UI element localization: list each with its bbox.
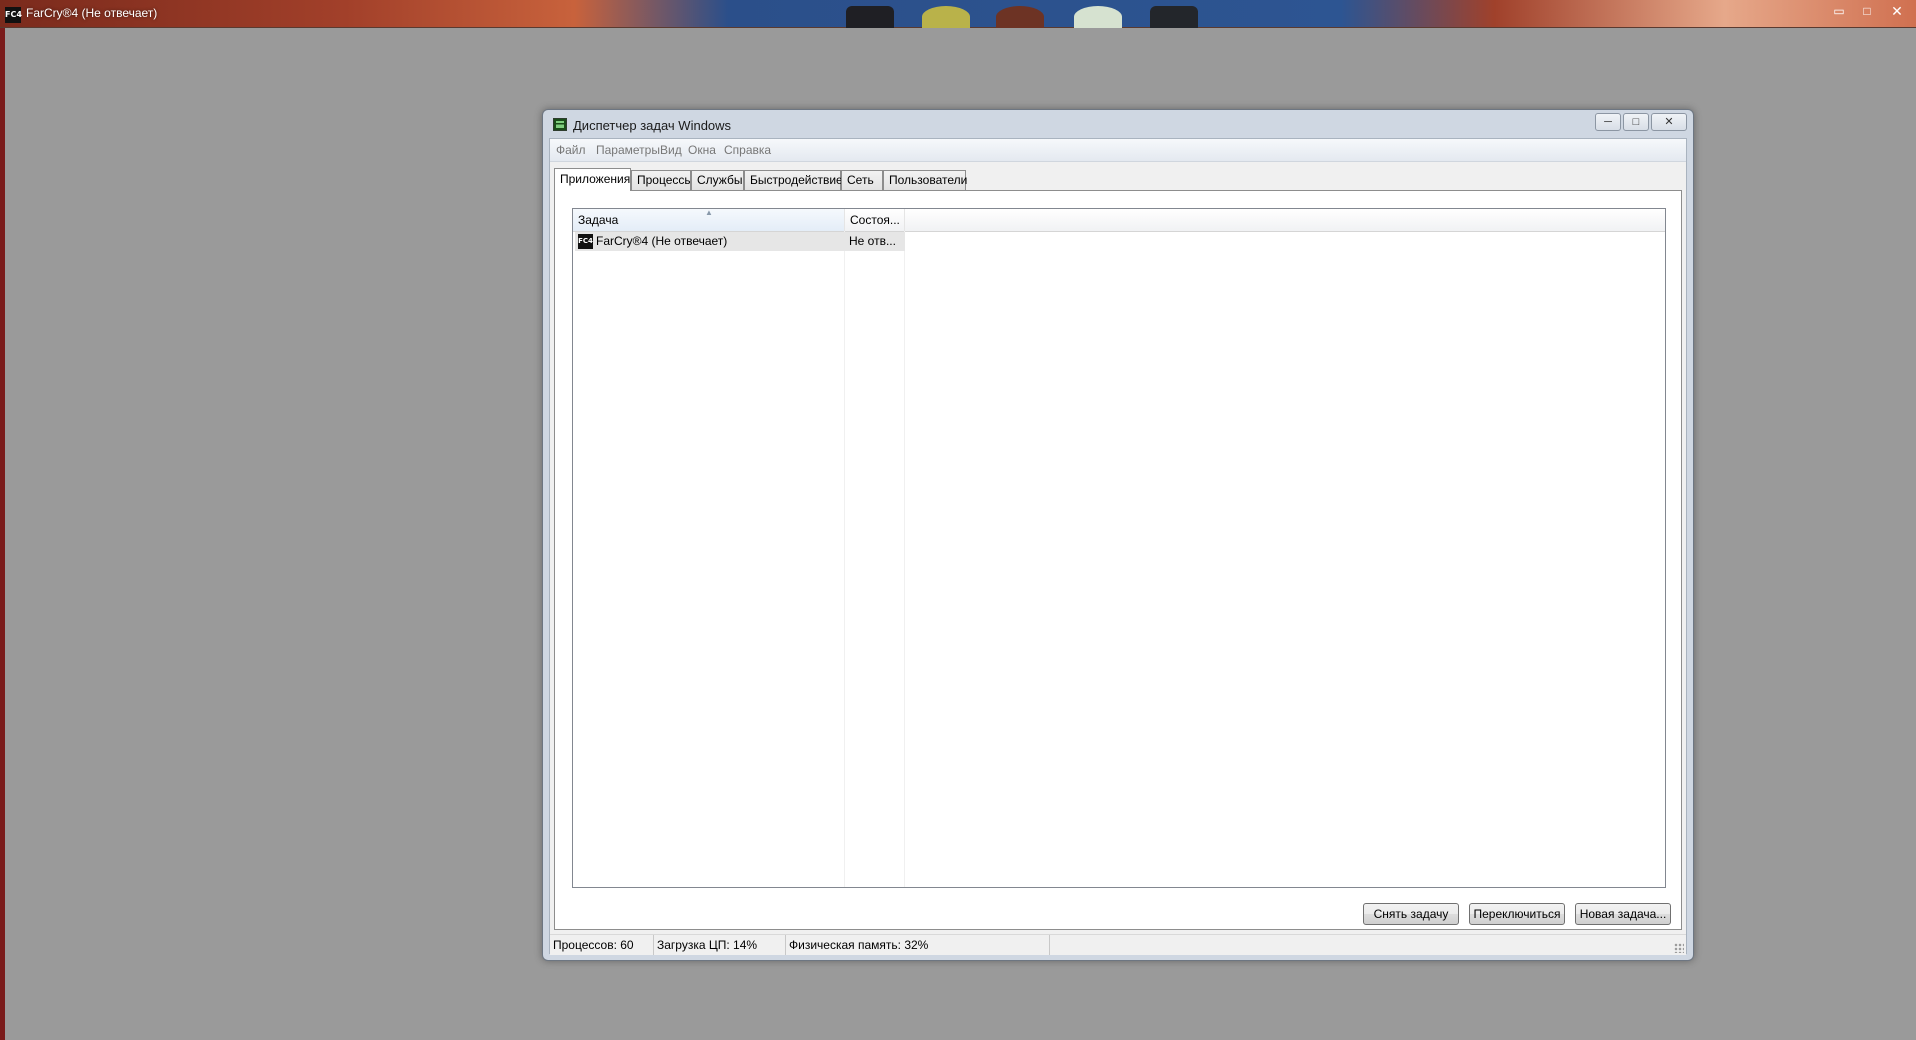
farcry4-icon: FC4: [5, 7, 22, 23]
game-window-titlebar[interactable]: FC4 FarCry®4 (Не отвечает) ▭ □ ✕: [0, 0, 1916, 28]
taskbar-thumbnail-icon[interactable]: [1074, 6, 1122, 28]
taskbar-thumbnail-icon[interactable]: [996, 6, 1044, 28]
game-minimize-button[interactable]: ▭: [1826, 2, 1852, 20]
game-window-frame: [0, 28, 5, 1040]
table-row[interactable]: FC4 FarCry®4 (Не отвечает) Не отв...: [575, 232, 905, 251]
status-processes: Процессов: 60: [550, 935, 654, 955]
applications-panel: ▲ Задача Состоя... FC4 FarCry®4 (Не отве…: [554, 190, 1682, 930]
list-header: ▲ Задача Состоя...: [573, 208, 1665, 232]
game-window-title: FarCry®4 (Не отвечает): [26, 6, 158, 20]
menu-options[interactable]: Параметры: [596, 143, 660, 157]
column-header-task-label: Задача: [578, 213, 619, 227]
task-manager-icon: [553, 118, 567, 131]
sort-arrow-icon: ▲: [705, 208, 713, 217]
column-divider: [844, 231, 845, 887]
farcry4-icon: FC4: [578, 234, 593, 249]
task-manager-titlebar[interactable]: Диспетчер задач Windows ─ □ ✕: [543, 110, 1693, 140]
tab-network[interactable]: Сеть: [841, 170, 883, 190]
close-button[interactable]: ✕: [1651, 113, 1687, 131]
row-task-status: Не отв...: [849, 234, 896, 248]
menu-bar: Файл Параметры Вид Окна Справка: [550, 139, 1686, 162]
status-bar: Процессов: 60 Загрузка ЦП: 14% Физическа…: [550, 934, 1686, 955]
maximize-button[interactable]: □: [1623, 113, 1649, 131]
status-cpu: Загрузка ЦП: 14%: [654, 935, 786, 955]
new-task-button[interactable]: Новая задача...: [1575, 903, 1671, 925]
tab-processes[interactable]: Процессы: [631, 170, 693, 190]
column-header-status[interactable]: Состоя...: [845, 209, 905, 231]
tab-services[interactable]: Службы: [691, 170, 744, 190]
minimize-button[interactable]: ─: [1595, 113, 1621, 131]
tab-users[interactable]: Пользователи: [883, 170, 967, 190]
switch-to-button[interactable]: Переключиться: [1469, 903, 1565, 925]
taskbar-thumbnail-icon[interactable]: [1150, 6, 1198, 28]
game-maximize-button[interactable]: □: [1854, 2, 1880, 20]
applications-list[interactable]: ▲ Задача Состоя... FC4 FarCry®4 (Не отве…: [572, 208, 1666, 888]
menu-view[interactable]: Вид: [660, 143, 682, 157]
resize-grip-icon[interactable]: [1674, 943, 1684, 953]
taskbar-thumbnail-icon[interactable]: [922, 6, 970, 28]
menu-windows[interactable]: Окна: [688, 143, 716, 157]
status-memory: Физическая память: 32%: [786, 935, 1050, 955]
end-task-button[interactable]: Снять задачу: [1363, 903, 1459, 925]
taskbar-thumbnail-icon[interactable]: [846, 6, 894, 28]
column-divider: [904, 231, 905, 887]
window-title: Диспетчер задач Windows: [573, 118, 732, 133]
row-task-name: FarCry®4 (Не отвечает): [596, 234, 728, 248]
column-header-task[interactable]: ▲ Задача: [573, 208, 845, 231]
game-close-button[interactable]: ✕: [1884, 2, 1910, 20]
tab-applications[interactable]: Приложения: [554, 168, 631, 191]
menu-file[interactable]: Файл: [556, 143, 586, 157]
tab-performance[interactable]: Быстродействие: [744, 170, 843, 190]
menu-help[interactable]: Справка: [724, 143, 771, 157]
task-manager-window: Диспетчер задач Windows ─ □ ✕ Файл Парам…: [542, 109, 1694, 961]
task-manager-client: Файл Параметры Вид Окна Справка Приложен…: [549, 138, 1687, 955]
